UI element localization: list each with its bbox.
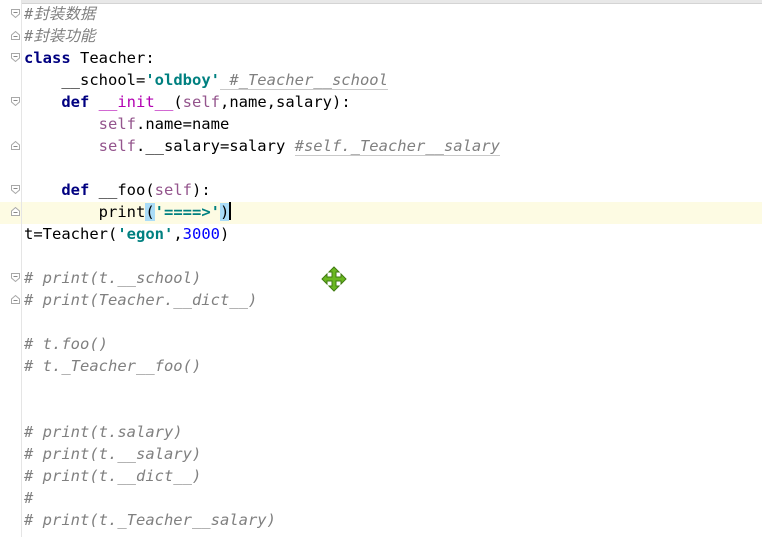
comment-text: # print(t.__dict__): [24, 467, 202, 485]
string-token: '====>': [154, 203, 220, 221]
string-token: 'egon': [117, 225, 174, 243]
editor-top-border: [0, 0, 762, 4]
code-line: # print(Teacher.__dict__): [24, 289, 257, 311]
code-line: #封装数据: [24, 3, 95, 25]
function-name-token: __foo(: [89, 181, 155, 199]
fold-marker-icon[interactable]: [10, 294, 21, 305]
comment-text: # t.foo(): [24, 335, 108, 353]
fold-marker-icon[interactable]: [10, 206, 21, 217]
self-token: self: [24, 115, 136, 133]
comment-text: # print(t.__salary): [24, 445, 202, 463]
code-line: # print(t.salary): [24, 421, 183, 443]
text-caret: [229, 202, 232, 220]
code-token: print: [24, 203, 146, 221]
code-token: __school=: [24, 71, 146, 89]
self-token: self: [24, 137, 136, 155]
self-token: self: [154, 181, 192, 199]
class-name-token: Teacher:: [70, 49, 155, 67]
code-line: # t.foo(): [24, 333, 108, 355]
code-line: # print(t.__salary): [24, 443, 201, 465]
code-token: (: [173, 93, 183, 111]
comment-text: #_Teacher__school: [219, 71, 388, 90]
number-token: 3000: [182, 225, 220, 243]
fold-marker-icon[interactable]: [10, 52, 21, 63]
fold-marker-icon[interactable]: [10, 272, 21, 283]
code-token: .__salary=salary: [135, 137, 295, 155]
code-editor[interactable]: #封装数据 #封装功能 class Teacher: __school='old…: [0, 0, 762, 537]
function-name-token: __init__: [89, 93, 174, 111]
code-token: ): [220, 225, 230, 243]
code-token: .name=name: [135, 115, 230, 133]
code-line: # print(t.__dict__): [24, 465, 201, 487]
comment-text: # print(t.__school): [24, 269, 202, 287]
comment-text: # t._Teacher__foo(): [24, 357, 202, 375]
keyword-token: class: [24, 49, 71, 67]
gutter-divider: [21, 0, 22, 537]
code-line: #封装功能: [24, 25, 95, 47]
matched-paren: ): [220, 203, 230, 221]
code-line: # t._Teacher__foo(): [24, 355, 201, 377]
code-line: t=Teacher('egon',3000): [24, 223, 229, 245]
fold-marker-icon[interactable]: [10, 140, 21, 151]
code-line-current: print('====>'): [24, 201, 232, 223]
code-line: __school='oldboy' #_Teacher__school: [24, 69, 388, 91]
fold-marker-icon[interactable]: [10, 30, 21, 41]
matched-paren: (: [145, 203, 155, 221]
comment-text: #封装功能: [24, 27, 96, 45]
self-token: self: [182, 93, 220, 111]
code-line: def __init__(self,name,salary):: [24, 91, 351, 113]
fold-marker-icon[interactable]: [10, 184, 21, 195]
move-cursor-icon: [321, 266, 347, 292]
comment-text: #: [24, 489, 34, 507]
keyword-token: def: [24, 181, 90, 199]
code-token: ):: [191, 181, 211, 199]
code-line: #: [24, 487, 33, 509]
code-line: self.__salary=salary #self._Teacher__sal…: [24, 135, 500, 157]
comment-text: # print(t.salary): [24, 423, 183, 441]
fold-marker-icon[interactable]: [10, 96, 21, 107]
fold-marker-icon[interactable]: [10, 8, 21, 19]
code-line: self.name=name: [24, 113, 230, 135]
code-line: # print(t._Teacher__salary): [24, 509, 276, 531]
code-token: t=Teacher(: [24, 225, 118, 243]
editor-gutter: [0, 0, 21, 537]
code-token: ,name,salary):: [220, 93, 351, 111]
code-line: class Teacher:: [24, 47, 155, 69]
keyword-token: def: [24, 93, 90, 111]
comment-text: # print(t._Teacher__salary): [24, 511, 276, 529]
code-line: # print(t.__school): [24, 267, 201, 289]
code-token: ,: [173, 225, 183, 243]
comment-text: # print(Teacher.__dict__): [24, 291, 258, 309]
comment-text: #self._Teacher__salary: [294, 137, 500, 156]
string-token: 'oldboy': [145, 71, 220, 89]
comment-text: #封装数据: [24, 5, 96, 23]
code-line: def __foo(self):: [24, 179, 211, 201]
